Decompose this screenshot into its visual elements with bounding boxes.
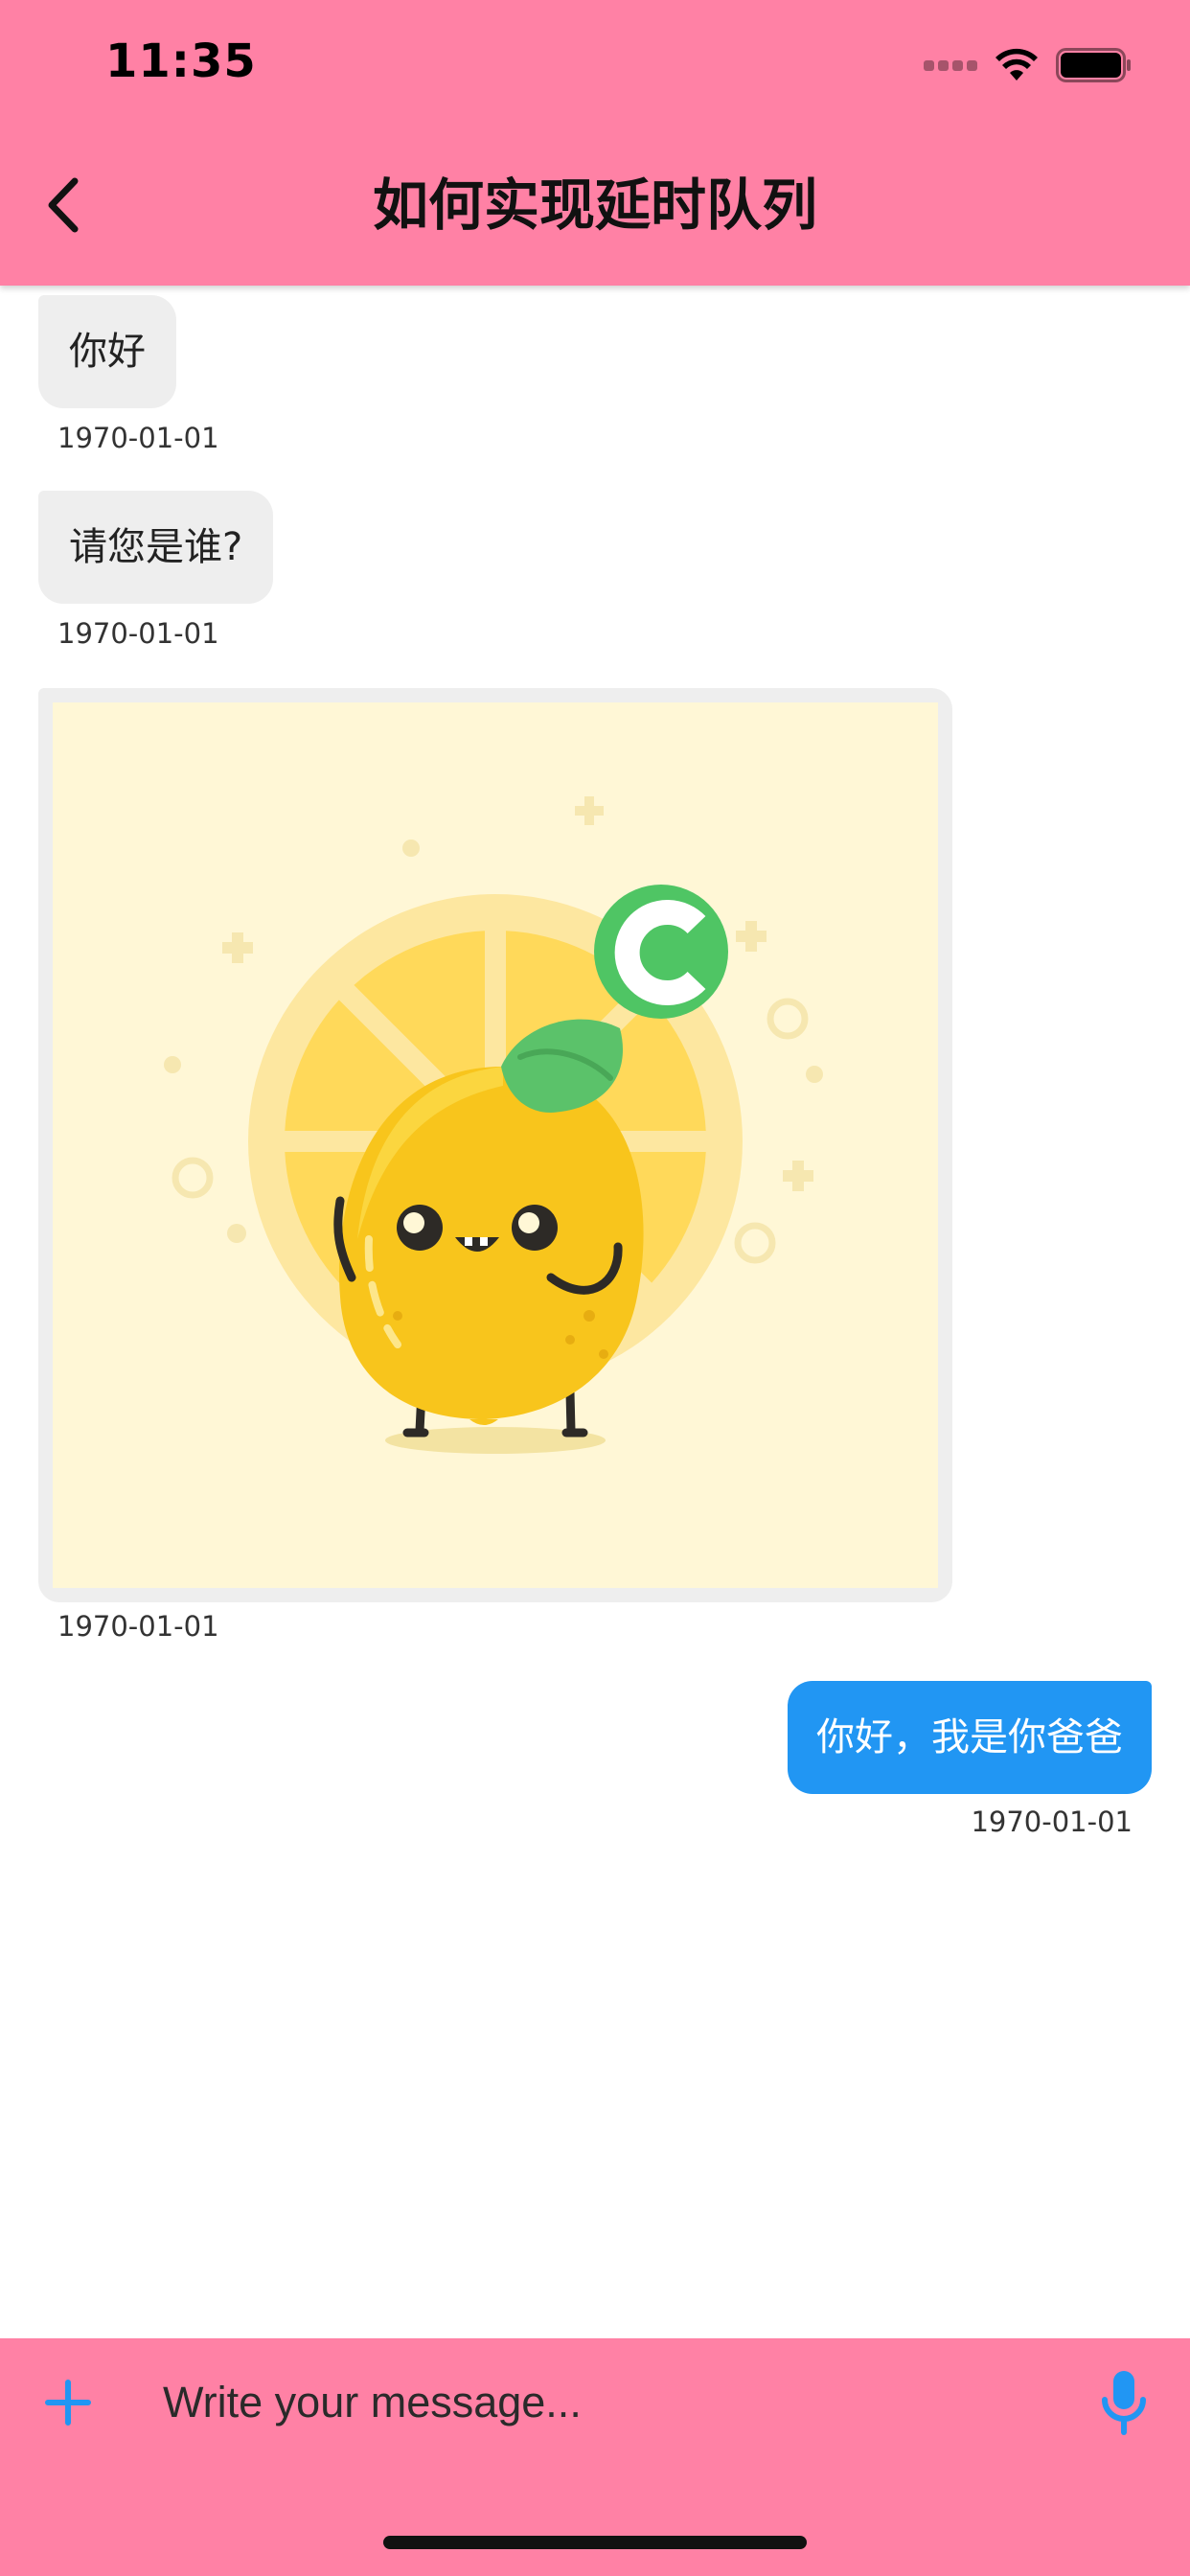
message-timestamp: 1970-01-01 bbox=[971, 1806, 1133, 1838]
message-bubble-incoming[interactable]: 你好 bbox=[38, 295, 176, 408]
microphone-icon bbox=[1102, 2371, 1146, 2435]
status-icons bbox=[924, 44, 1133, 86]
add-attachment-button[interactable] bbox=[42, 2377, 94, 2428]
signal-icon bbox=[924, 59, 977, 71]
message-input[interactable] bbox=[163, 2367, 1025, 2438]
message-composer bbox=[0, 2338, 1190, 2576]
home-indicator bbox=[383, 2536, 807, 2549]
lemon-illustration bbox=[53, 702, 938, 1588]
message-bubble-incoming[interactable]: 请您是谁? bbox=[38, 491, 274, 604]
page-title: 如何实现延时队列 bbox=[372, 172, 817, 238]
message-list[interactable]: 你好 1970-01-01 请您是谁? 1970-01-01 1970-01-0… bbox=[0, 286, 1190, 2338]
message-timestamp: 1970-01-01 bbox=[57, 1610, 219, 1643]
message-bubble-outgoing[interactable]: 你好，我是你爸爸 bbox=[788, 1681, 1152, 1794]
voice-input-button[interactable] bbox=[1100, 2369, 1148, 2436]
chat-screen: 11:35 如何实现延时队列 你好 1970-01-01 请您是谁? 1970-… bbox=[0, 0, 1190, 2576]
app-header: 11:35 如何实现延时队列 bbox=[0, 0, 1190, 286]
plus-icon bbox=[45, 2380, 91, 2426]
message-timestamp: 1970-01-01 bbox=[57, 617, 219, 650]
battery-icon bbox=[1056, 48, 1131, 82]
message-timestamp: 1970-01-01 bbox=[57, 422, 219, 454]
wifi-icon bbox=[995, 48, 1038, 80]
image-message-bubble[interactable] bbox=[38, 688, 952, 1602]
lemon-mascot-image[interactable] bbox=[53, 702, 938, 1588]
status-time: 11:35 bbox=[105, 34, 257, 88]
